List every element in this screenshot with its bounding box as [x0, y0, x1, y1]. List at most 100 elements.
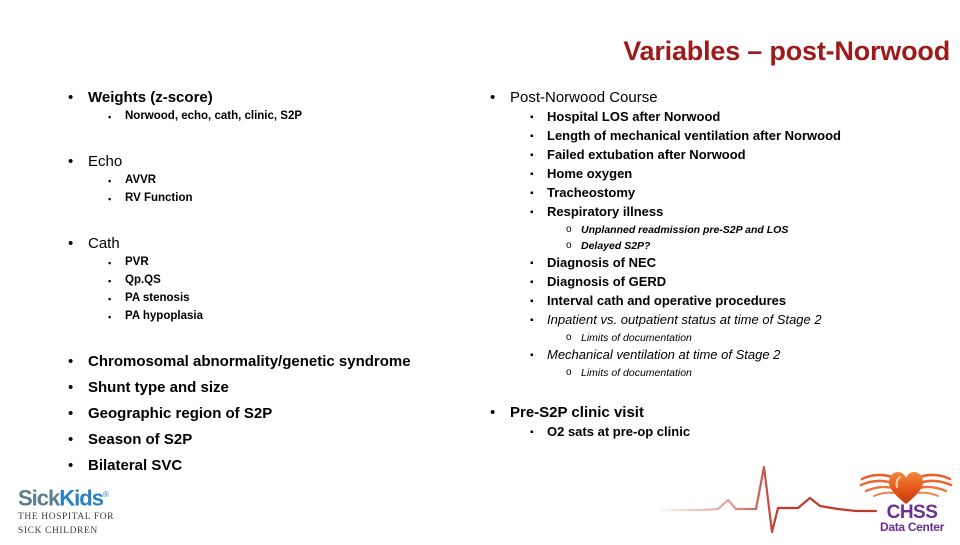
subbullet-label: Norwood, echo, cath, clinic, S2P: [125, 110, 303, 122]
subsubbullet-label: Limits of documentation: [581, 367, 692, 379]
bullet-dot-icon: •: [68, 457, 74, 474]
registered-mark-icon: ®: [102, 490, 109, 499]
subbullet-interval-cath: ▪ Interval cath and operative procedures: [530, 292, 955, 311]
subbullet-cath-2: ▪ PA stenosis: [108, 290, 458, 308]
chss-wordmark: CHSS Data Center: [866, 502, 958, 534]
subbullet-label: PA stenosis: [125, 292, 190, 304]
subbullet-label: Mechanical ventilation at time of Stage …: [547, 347, 781, 362]
subbullet-o2-sats: ▪ O2 sats at pre-op clinic: [530, 423, 955, 442]
subbullet-mechanical-ventilation-stage2: ▪ Mechanical ventilation at time of Stag…: [530, 346, 955, 365]
bullet-circle-icon: o: [566, 240, 572, 251]
subbullet-label: Home oxygen: [547, 166, 633, 181]
bullet-shunt: • Shunt type and size: [68, 378, 458, 398]
subbullet-label: PVR: [125, 256, 149, 268]
bullet-square-icon: ▪: [530, 315, 534, 326]
bullet-square-icon: ▪: [530, 188, 534, 199]
bullet-bilateral-svc: • Bilateral SVC: [68, 456, 458, 476]
left-content-column: • Weights (z-score) ▪ Norwood, echo, cat…: [58, 88, 458, 476]
page-title: Variables – post-Norwood: [623, 36, 950, 66]
bullet-weights: • Weights (z-score): [68, 88, 458, 108]
bullet-label: Geographic region of S2P: [88, 405, 273, 422]
subbullet-cath-1: ▪ Qp.QS: [108, 272, 458, 290]
sickkids-tagline-line1: THE HOSPITAL FOR: [18, 512, 115, 523]
subbullet-failed-extubation: ▪ Failed extubation after Norwood: [530, 146, 955, 165]
bullet-dot-icon: •: [68, 379, 74, 396]
subbullet-inpatient-vs-outpatient: ▪ Inpatient vs. outpatient status at tim…: [530, 311, 955, 330]
subbullet-echo-1: ▪ RV Function: [108, 190, 458, 208]
bullet-square-icon: ▪: [108, 276, 112, 286]
bullet-dot-icon: •: [68, 153, 74, 170]
bullet-season: • Season of S2P: [68, 430, 458, 450]
subbullet-weights-0: ▪ Norwood, echo, cath, clinic, S2P: [108, 108, 458, 126]
chss-logo: CHSS Data Center: [856, 468, 956, 534]
subbullet-label: Diagnosis of GERD: [547, 274, 667, 289]
bullet-square-icon: ▪: [530, 277, 534, 288]
sickkids-logo: SickKids® THE HOSPITAL FOR SICK CHILDREN: [18, 484, 114, 537]
bullet-cath: • Cath: [68, 234, 458, 254]
chss-subtitle: Data Center: [879, 520, 945, 534]
bullet-square-icon: ▪: [108, 258, 112, 268]
subsubbullet-limits-documentation-2: o Limits of documentation: [566, 365, 955, 381]
subsubbullet-delayed-s2p: o Delayed S2P?: [566, 238, 955, 254]
subbullet-label: Failed extubation after Norwood: [547, 147, 746, 162]
subbullet-label: Diagnosis of NEC: [547, 255, 657, 270]
subbullet-echo-0: ▪ AVVR: [108, 172, 458, 190]
subbullet-label: PA hypoplasia: [125, 310, 203, 322]
bullet-square-icon: ▪: [530, 258, 534, 269]
subbullet-label: Length of mechanical ventilation after N…: [547, 128, 841, 143]
bullet-square-icon: ▪: [108, 176, 112, 186]
sickkids-tagline-line2: SICK CHILDREN: [18, 526, 98, 537]
bullet-dot-icon: •: [68, 235, 74, 252]
slide-canvas: Variables – post-Norwood • Weights (z-sc…: [0, 0, 960, 540]
bullet-square-icon: ▪: [530, 169, 534, 180]
bullet-square-icon: ▪: [530, 427, 534, 438]
bullet-label: Echo: [88, 153, 123, 170]
bullet-dot-icon: •: [68, 431, 74, 448]
chss-name: CHSS: [886, 502, 938, 523]
right-content-column: • Post-Norwood Course ▪ Hospital LOS aft…: [480, 88, 955, 442]
subbullet-diagnosis-nec: ▪ Diagnosis of NEC: [530, 254, 955, 273]
bullet-echo: • Echo: [68, 152, 458, 172]
subbullet-cath-3: ▪ PA hypoplasia: [108, 308, 458, 326]
bullet-dot-icon: •: [68, 405, 74, 422]
bullet-dot-icon: •: [490, 89, 496, 106]
bullet-pre-s2p-clinic-visit: • Pre-S2P clinic visit: [490, 403, 955, 423]
subbullet-label: Qp.QS: [125, 274, 161, 286]
subbullet-label: O2 sats at pre-op clinic: [547, 424, 691, 439]
bullet-square-icon: ▪: [530, 112, 534, 123]
bullet-label: Pre-S2P clinic visit: [510, 404, 644, 421]
subbullet-label: Hospital LOS after Norwood: [547, 109, 721, 124]
subbullet-label: Interval cath and operative procedures: [547, 293, 787, 308]
bullet-square-icon: ▪: [108, 112, 112, 122]
bullet-post-norwood-course: • Post-Norwood Course: [490, 88, 955, 108]
bullet-circle-icon: o: [566, 367, 572, 378]
bullet-square-icon: ▪: [530, 150, 534, 161]
bullet-chromosomal: • Chromosomal abnormality/genetic syndro…: [68, 352, 458, 372]
bullet-label: Chromosomal abnormality/genetic syndrome: [88, 353, 411, 370]
bullet-square-icon: ▪: [530, 296, 534, 307]
bullet-dot-icon: •: [490, 404, 496, 421]
bullet-circle-icon: o: [566, 224, 572, 235]
bullet-dot-icon: •: [68, 89, 74, 106]
sickkids-word-kids: Kids: [59, 485, 104, 511]
bullet-label: Post-Norwood Course: [510, 89, 658, 106]
ecg-waveform-icon: [658, 462, 880, 540]
subbullet-cath-0: ▪ PVR: [108, 254, 458, 272]
sickkids-word-sick: Sick: [18, 485, 60, 511]
subbullet-label: Inpatient vs. outpatient status at time …: [547, 312, 822, 327]
subsubbullet-limits-documentation-1: o Limits of documentation: [566, 330, 955, 346]
bullet-label: Season of S2P: [88, 431, 193, 448]
bullet-square-icon: ▪: [530, 131, 534, 142]
bullet-label: Bilateral SVC: [88, 457, 183, 474]
sickkids-wordmark: SickKids®: [18, 484, 114, 509]
bullet-label: Shunt type and size: [88, 379, 229, 396]
bullet-square-icon: ▪: [108, 194, 112, 204]
bullet-label: Weights (z-score): [88, 89, 213, 106]
bullet-square-icon: ▪: [108, 312, 112, 322]
subbullet-label: Tracheostomy: [547, 185, 636, 200]
subbullet-respiratory-illness: ▪ Respiratory illness: [530, 203, 955, 222]
bullet-geographic: • Geographic region of S2P: [68, 404, 458, 424]
